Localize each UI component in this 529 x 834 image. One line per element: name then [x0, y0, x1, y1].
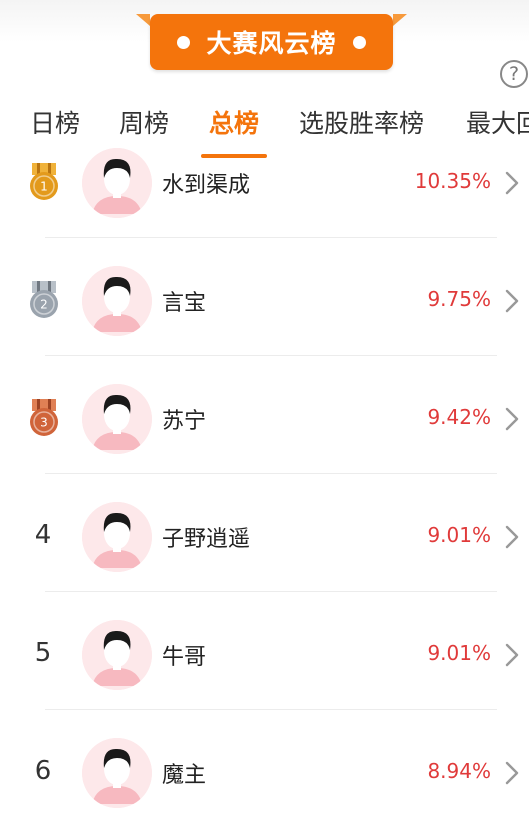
- user-name: 牛哥: [162, 645, 207, 670]
- rank-number: 6: [34, 756, 52, 786]
- ranking-row[interactable]: 5 牛哥 9.01%: [0, 592, 529, 710]
- svg-text:1: 1: [40, 180, 48, 194]
- chevron-right-icon[interactable]: [505, 407, 519, 431]
- user-name: 言宝: [162, 291, 207, 316]
- return-rate: 9.42%: [427, 405, 491, 429]
- rank-number: 4: [34, 520, 52, 550]
- return-rate: 9.01%: [427, 641, 491, 665]
- rank-number: 5: [34, 638, 52, 668]
- ranking-row[interactable]: 4 子野逍遥 9.01%: [0, 474, 529, 592]
- user-avatar: [82, 266, 152, 336]
- banner-dot-icon: [352, 35, 366, 49]
- chevron-right-icon[interactable]: [505, 643, 519, 667]
- user-avatar: [82, 502, 152, 572]
- user-avatar: [82, 620, 152, 690]
- return-rate: 9.75%: [427, 287, 491, 311]
- user-avatar: [82, 384, 152, 454]
- user-name: 魔主: [162, 763, 207, 788]
- leaderboard-page: 大赛风云榜 ? 日榜 周榜 总榜 选股胜率榜 最大回 1 水到渠成 10.35% …: [0, 0, 529, 834]
- user-avatar: [82, 738, 152, 808]
- gold-medal-icon: 1: [27, 163, 61, 201]
- user-name: 子野逍遥: [162, 527, 251, 552]
- bronze-medal-icon: 3: [27, 399, 61, 437]
- user-name: 苏宁: [162, 409, 207, 434]
- banner-ribbon-left: [136, 14, 150, 26]
- return-rate: 10.35%: [414, 169, 491, 193]
- ranking-row[interactable]: 6 魔主 8.94%: [0, 710, 529, 828]
- silver-medal-icon: 2: [27, 281, 61, 319]
- return-rate: 9.01%: [427, 523, 491, 547]
- help-icon[interactable]: ?: [500, 60, 528, 88]
- chevron-right-icon[interactable]: [505, 171, 519, 195]
- return-rate: 8.94%: [427, 759, 491, 783]
- leaderboard-banner: 大赛风云榜: [150, 14, 393, 70]
- user-avatar: [82, 148, 152, 218]
- ranking-row[interactable]: 1 水到渠成 10.35%: [0, 120, 529, 238]
- svg-text:3: 3: [40, 416, 48, 430]
- banner-title: 大赛风云榜: [206, 29, 337, 58]
- banner-dot-icon: [177, 35, 191, 49]
- banner-ribbon-right: [393, 14, 407, 26]
- chevron-right-icon[interactable]: [505, 289, 519, 313]
- svg-text:2: 2: [40, 298, 48, 312]
- chevron-right-icon[interactable]: [505, 761, 519, 785]
- user-name: 水到渠成: [162, 173, 251, 198]
- chevron-right-icon[interactable]: [505, 525, 519, 549]
- ranking-row[interactable]: 3 苏宁 9.42%: [0, 356, 529, 474]
- ranking-row[interactable]: 2 言宝 9.75%: [0, 238, 529, 356]
